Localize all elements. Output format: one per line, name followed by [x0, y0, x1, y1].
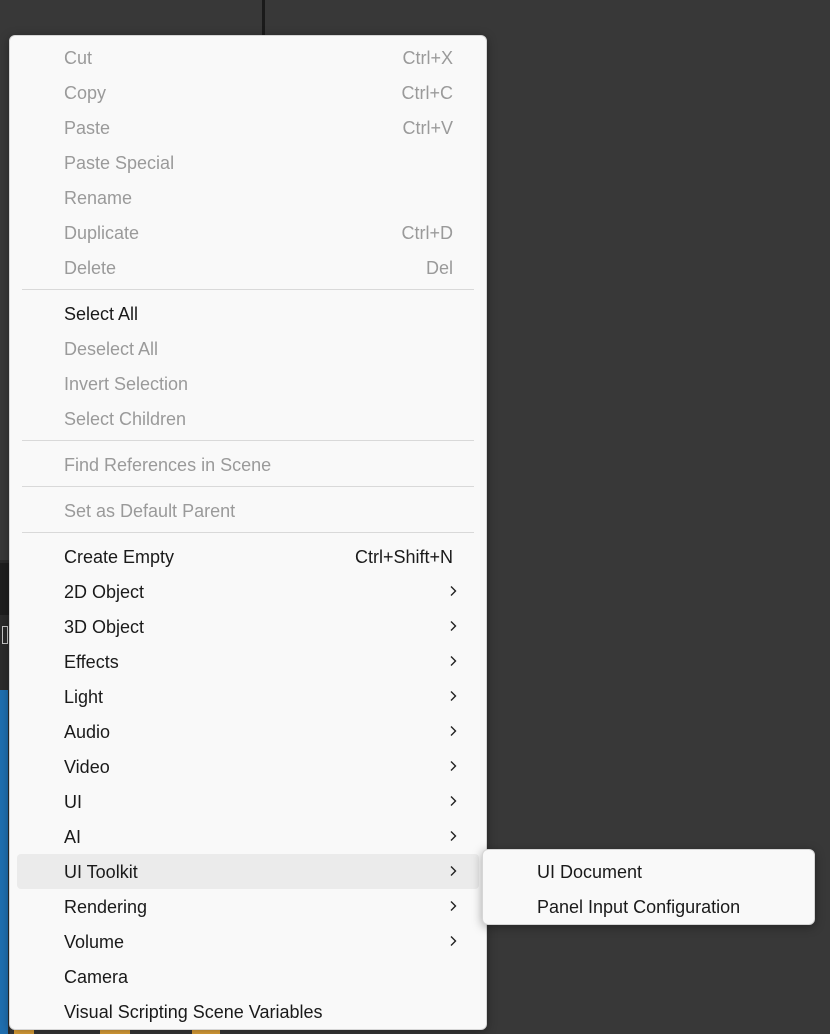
menu-separator: [22, 440, 474, 441]
chevron-right-icon: [450, 656, 457, 666]
menu-item-ui[interactable]: UI: [17, 784, 479, 819]
menu-item-label: Delete: [64, 258, 117, 278]
menu-item-label: Video: [64, 757, 110, 777]
menu-item-label: 2D Object: [64, 582, 145, 602]
menu-item-audio[interactable]: Audio: [17, 714, 479, 749]
chevron-right-icon: [450, 761, 457, 771]
submenu-item-ui-document[interactable]: UI Document: [487, 854, 810, 889]
menu-item-video[interactable]: Video: [17, 749, 479, 784]
menu-item-rename[interactable]: Rename: [17, 180, 479, 215]
menu-item-select-children[interactable]: Select Children: [17, 401, 479, 436]
menu-item-label: Visual Scripting Scene Variables: [64, 1002, 323, 1022]
menu-item-label: UI Toolkit: [64, 862, 138, 882]
selection-highlight-edge: [0, 690, 8, 1034]
menu-item-shortcut: Ctrl+Shift+N: [354, 547, 453, 567]
menu-item-label: Camera: [64, 967, 129, 987]
chevron-right-icon: [450, 866, 457, 876]
menu-item-label: Duplicate: [64, 223, 140, 243]
menu-item-paste[interactable]: Paste Ctrl+V: [17, 110, 479, 145]
menu-item-label: UI Document: [537, 862, 643, 882]
menu-item-label: Cut: [64, 48, 93, 68]
menu-item-label: AI: [64, 827, 82, 847]
chevron-right-icon: [450, 796, 457, 806]
chevron-right-icon: [450, 621, 457, 631]
menu-item-duplicate[interactable]: Duplicate Ctrl+D: [17, 215, 479, 250]
menu-item-copy[interactable]: Copy Ctrl+C: [17, 75, 479, 110]
chevron-right-icon: [450, 901, 457, 911]
menu-item-camera[interactable]: Camera: [17, 959, 479, 994]
menu-item-label: UI: [64, 792, 82, 812]
editor-panel-divider: [262, 0, 265, 40]
menu-item-delete[interactable]: Delete Del: [17, 250, 479, 285]
chevron-right-icon: [450, 936, 457, 946]
menu-item-create-empty[interactable]: Create Empty Ctrl+Shift+N: [17, 539, 479, 574]
chevron-right-icon: [450, 831, 457, 841]
menu-item-label: Create Empty: [64, 547, 175, 567]
menu-item-label: Audio: [64, 722, 111, 742]
menu-item-label: Rename: [64, 188, 133, 208]
menu-item-shortcut: Ctrl+C: [401, 83, 453, 103]
menu-item-3d-object[interactable]: 3D Object: [17, 609, 479, 644]
menu-item-shortcut: Ctrl+D: [401, 223, 453, 243]
menu-item-label: Paste Special: [64, 153, 175, 173]
menu-item-label: Effects: [64, 652, 119, 672]
menu-item-ui-toolkit[interactable]: UI Toolkit: [17, 854, 479, 889]
menu-item-shortcut: Del: [425, 258, 453, 278]
menu-item-label: Deselect All: [64, 339, 159, 359]
menu-item-deselect-all[interactable]: Deselect All: [17, 331, 479, 366]
menu-item-effects[interactable]: Effects: [17, 644, 479, 679]
menu-item-label: Invert Selection: [64, 374, 189, 394]
menu-item-rendering[interactable]: Rendering: [17, 889, 479, 924]
menu-separator: [22, 532, 474, 533]
menu-item-select-all[interactable]: Select All: [17, 296, 479, 331]
menu-item-label: Volume: [64, 932, 125, 952]
chevron-right-icon: [450, 586, 457, 596]
menu-item-light[interactable]: Light: [17, 679, 479, 714]
menu-item-label: Select All: [64, 304, 139, 324]
menu-item-label: Paste: [64, 118, 111, 138]
panel-icon: [2, 626, 8, 644]
menu-item-volume[interactable]: Volume: [17, 924, 479, 959]
hierarchy-context-menu: Cut Ctrl+X Copy Ctrl+C Paste Ctrl+V Past…: [9, 35, 487, 1030]
ui-toolkit-submenu: UI Document Panel Input Configuration: [482, 849, 815, 925]
chevron-right-icon: [450, 691, 457, 701]
menu-separator: [22, 289, 474, 290]
menu-item-cut[interactable]: Cut Ctrl+X: [17, 40, 479, 75]
menu-item-shortcut: Ctrl+V: [402, 118, 453, 138]
menu-item-label: Select Children: [64, 409, 187, 429]
menu-separator: [22, 486, 474, 487]
menu-item-label: Find References in Scene: [64, 455, 272, 475]
menu-item-shortcut: Ctrl+X: [402, 48, 453, 68]
chevron-right-icon: [450, 726, 457, 736]
menu-item-label: Set as Default Parent: [64, 501, 236, 521]
menu-item-set-default-parent[interactable]: Set as Default Parent: [17, 493, 479, 528]
menu-item-label: Panel Input Configuration: [537, 897, 741, 917]
menu-item-invert-selection[interactable]: Invert Selection: [17, 366, 479, 401]
menu-item-visual-scripting-scene-variables[interactable]: Visual Scripting Scene Variables: [17, 994, 479, 1029]
menu-item-ai[interactable]: AI: [17, 819, 479, 854]
menu-item-paste-special[interactable]: Paste Special: [17, 145, 479, 180]
menu-item-label: Rendering: [64, 897, 148, 917]
menu-item-label: 3D Object: [64, 617, 145, 637]
menu-item-2d-object[interactable]: 2D Object: [17, 574, 479, 609]
menu-item-label: Light: [64, 687, 104, 707]
menu-item-label: Copy: [64, 83, 107, 103]
menu-item-find-references[interactable]: Find References in Scene: [17, 447, 479, 482]
submenu-item-panel-input-configuration[interactable]: Panel Input Configuration: [487, 889, 810, 924]
